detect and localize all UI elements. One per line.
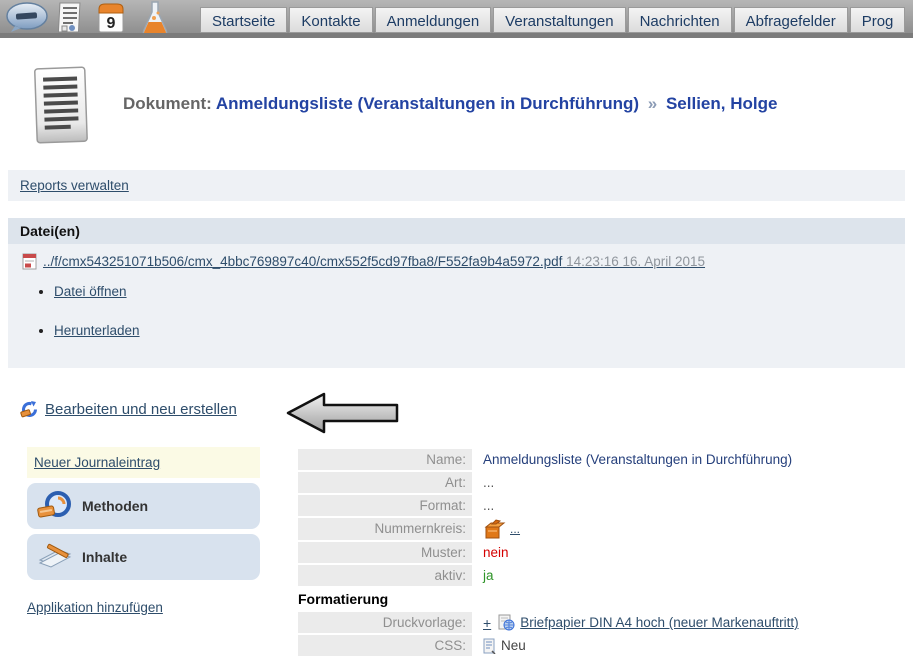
main-tabs: Startseite Kontakte Anmeldungen Veransta… <box>200 7 913 33</box>
file-actions-list: Datei öffnen Herunterladen <box>54 284 905 338</box>
list-item: Datei öffnen <box>54 284 905 299</box>
detail-value-css: Neu <box>483 638 526 654</box>
detail-value-muster: nein <box>483 545 509 560</box>
tab-abfragefelder[interactable]: Abfragefelder <box>734 7 848 33</box>
tab-nachrichten[interactable]: Nachrichten <box>628 7 732 33</box>
files-heading: Datei(en) <box>20 223 80 239</box>
file-row: ../f/cmx543251071b506/cmx_4bbc769897c40/… <box>22 253 705 270</box>
table-row: Muster: nein <box>298 542 913 563</box>
table-row: aktiv: ja <box>298 565 913 586</box>
tab-programme[interactable]: Prog <box>850 7 906 33</box>
table-row: CSS: Neu <box>298 635 913 656</box>
bearbeiten-und-neu-erstellen-link[interactable]: Bearbeiten und neu erstellen <box>45 401 237 418</box>
detail-label: Format: <box>298 495 472 516</box>
reports-band: Reports verwalten <box>8 170 905 201</box>
applikation-hinzufuegen-link[interactable]: Applikation hinzufügen <box>27 600 163 615</box>
inhalte-label: Inhalte <box>82 549 127 565</box>
detail-label: CSS: <box>298 635 472 656</box>
tab-veranstaltungen[interactable]: Veranstaltungen <box>493 7 625 33</box>
reports-verwalten-link[interactable]: Reports verwalten <box>20 178 129 193</box>
formatierung-section-header: Formatierung <box>298 588 388 610</box>
page-title: Dokument: Anmeldungsliste (Veranstaltung… <box>123 94 913 114</box>
title-contact-name: Sellien, Holge <box>666 94 777 113</box>
css-value: Neu <box>501 638 526 653</box>
tab-anmeldungen[interactable]: Anmeldungen <box>375 7 492 33</box>
detail-value-name: Anmeldungsliste (Veranstaltungen in Durc… <box>483 452 792 467</box>
detail-label: Art: <box>298 472 472 493</box>
detail-label: Nummernkreis: <box>298 518 472 540</box>
table-row: Nummernkreis: ... <box>298 518 913 540</box>
tab-startseite[interactable]: Startseite <box>200 7 287 33</box>
section-header-row: Formatierung <box>298 588 913 610</box>
detail-value-nummernkreis: ... <box>483 518 520 540</box>
nummernkreis-box-icon[interactable] <box>483 518 505 540</box>
list-item: Herunterladen <box>54 323 905 338</box>
methoden-button[interactable]: Methoden <box>27 483 260 529</box>
annotation-arrow-icon <box>286 391 400 435</box>
calendar-icon[interactable]: 9 <box>97 2 125 34</box>
neuer-journaleintrag-link[interactable]: Neuer Journaleintrag <box>34 455 160 470</box>
inhalte-button[interactable]: Inhalte <box>27 534 260 580</box>
files-section-body: ../f/cmx543251071b506/cmx_4bbc769897c40/… <box>8 244 905 368</box>
methods-icon <box>37 490 73 522</box>
recreate-icon <box>20 400 39 419</box>
topbar-bottom-strip <box>0 33 913 38</box>
table-row: Name: Anmeldungsliste (Veranstaltungen i… <box>298 449 913 470</box>
file-link[interactable]: ../f/cmx543251071b506/cmx_4bbc769897c40/… <box>43 254 705 269</box>
edit-recreate-row: Bearbeiten und neu erstellen <box>20 400 237 419</box>
table-row: Art: ... <box>298 472 913 493</box>
detail-value-aktiv: ja <box>483 568 494 583</box>
details-table: Name: Anmeldungsliste (Veranstaltungen i… <box>298 449 913 658</box>
pdf-file-icon <box>22 253 38 270</box>
top-navigation-bar: 9 Startseite Kontakte Anmeldungen Verans… <box>0 0 913 33</box>
title-prefix: Dokument: <box>123 94 212 113</box>
document-app-icon[interactable] <box>58 2 82 34</box>
journal-entry-box: Neuer Journaleintrag <box>27 447 260 478</box>
detail-label: Muster: <box>298 542 472 563</box>
detail-label: aktiv: <box>298 565 472 586</box>
detail-value-druckvorlage: + Briefpapier DIN A4 hoch (neuer Markena… <box>483 614 799 631</box>
druckvorlage-template-icon <box>498 614 515 631</box>
detail-label: Druckvorlage: <box>298 612 472 633</box>
detail-value-art: ... <box>483 475 494 490</box>
detail-label: Name: <box>298 449 472 470</box>
druckvorlage-plus-link[interactable]: + <box>483 615 491 631</box>
table-row: Druckvorlage: + Briefpapier DIN A4 hoch … <box>298 612 913 633</box>
sidebar: Neuer Journaleintrag Methoden Inhalte Ap… <box>27 447 260 580</box>
table-row: Format: ... <box>298 495 913 516</box>
contents-icon <box>37 542 73 572</box>
document-page-icon <box>30 64 94 148</box>
calendar-day: 9 <box>107 15 116 32</box>
title-document-name: Anmeldungsliste (Veranstaltungen in Durc… <box>216 94 639 113</box>
files-section-header: Datei(en) <box>8 218 905 244</box>
herunterladen-link[interactable]: Herunterladen <box>54 323 140 338</box>
file-path: ../f/cmx543251071b506/cmx_4bbc769897c40/… <box>43 254 562 269</box>
nummernkreis-link[interactable]: ... <box>510 522 520 536</box>
detail-value-format: ... <box>483 498 494 513</box>
tab-kontakte[interactable]: Kontakte <box>289 7 372 33</box>
title-separator: » <box>644 94 661 113</box>
file-timestamp: 14:23:16 16. April 2015 <box>566 254 705 269</box>
datei-oeffnen-link[interactable]: Datei öffnen <box>54 284 127 299</box>
briefpapier-link[interactable]: Briefpapier DIN A4 hoch (neuer Markenauf… <box>520 615 798 630</box>
methoden-label: Methoden <box>82 498 148 514</box>
app-logo-icon[interactable] <box>5 1 51 33</box>
css-file-icon <box>483 638 496 654</box>
